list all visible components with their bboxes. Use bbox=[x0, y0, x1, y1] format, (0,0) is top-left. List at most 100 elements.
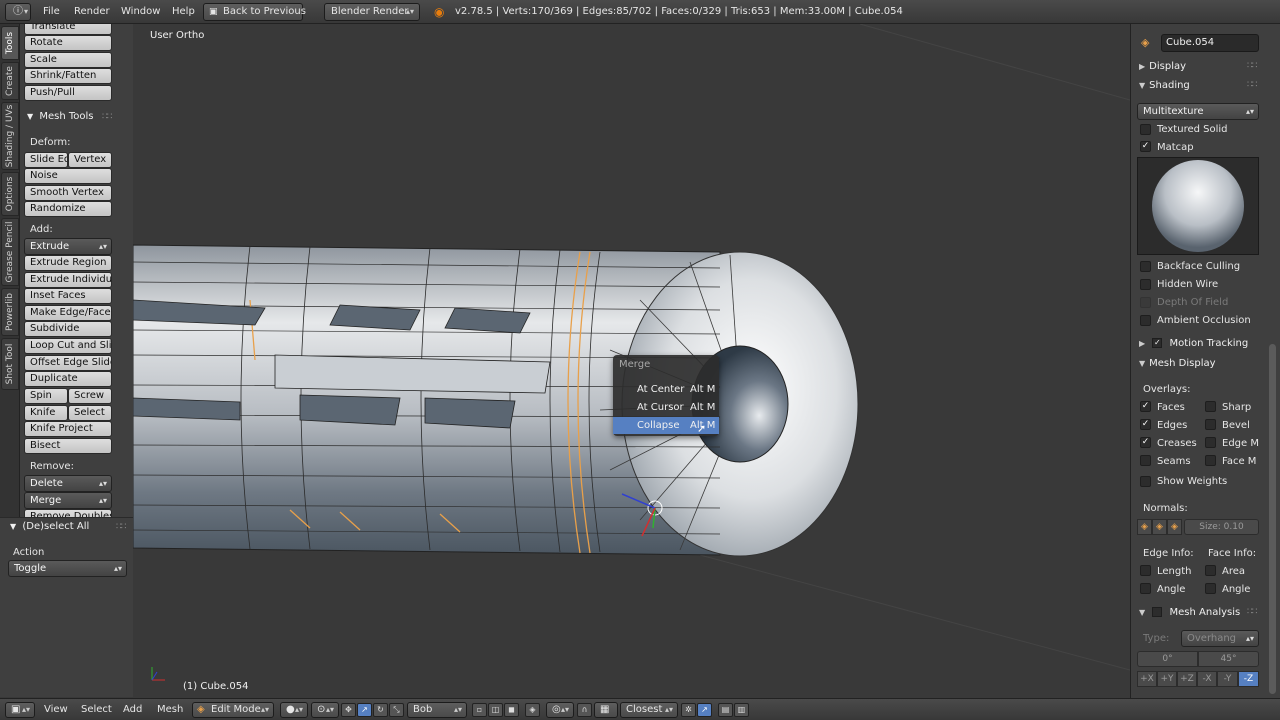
knife-project-button[interactable]: Knife Project bbox=[24, 421, 112, 437]
menu-help[interactable]: Help bbox=[172, 0, 195, 24]
spin-button[interactable]: Spin bbox=[24, 388, 68, 404]
menu-select[interactable]: Select bbox=[81, 699, 112, 720]
deselect-all-panel-header[interactable]: ▼ (De)select All bbox=[10, 521, 89, 532]
translate-manipulator-toggle[interactable]: ↗ bbox=[357, 703, 372, 717]
matcap-preview[interactable] bbox=[1137, 157, 1259, 255]
menu-window[interactable]: Window bbox=[121, 0, 160, 24]
merge-at-cursor-item[interactable]: At Cursor Alt M bbox=[613, 399, 719, 416]
axis-minus-x-button[interactable]: -X bbox=[1197, 671, 1217, 687]
tab-options[interactable]: Options bbox=[1, 172, 19, 216]
face-select-mode[interactable]: ◼ bbox=[504, 703, 519, 717]
pivot-point-dropdown[interactable]: ⊙ ▴▾ bbox=[311, 702, 339, 718]
snap-toggle[interactable]: ∩ bbox=[577, 703, 592, 717]
duplicate-button[interactable]: Duplicate bbox=[24, 371, 112, 387]
tab-shading-uvs[interactable]: Shading / UVs bbox=[1, 102, 19, 170]
transform-orientation-dropdown[interactable]: Bob ▴▾ bbox=[407, 702, 467, 718]
scale-manipulator-toggle[interactable]: ⤡ bbox=[389, 703, 404, 717]
tab-create[interactable]: Create bbox=[1, 62, 19, 100]
object-name-field[interactable]: Cube.054 bbox=[1161, 34, 1259, 52]
mesh-analysis-checkbox[interactable] bbox=[1152, 607, 1163, 617]
interaction-mode-dropdown[interactable]: ◈ Edit Mode ▴▾ bbox=[192, 702, 274, 718]
drag-handle-icon[interactable]: ∷∷ bbox=[116, 522, 127, 532]
manipulator-toggle[interactable]: ✥ bbox=[341, 703, 356, 717]
drag-handle-icon[interactable]: ∷∷ bbox=[1247, 61, 1258, 71]
snap-target-dropdown[interactable]: Closest ▴▾ bbox=[620, 702, 678, 718]
action-dropdown[interactable]: Toggle ▴▾ bbox=[8, 560, 127, 577]
backface-culling-checkbox[interactable] bbox=[1140, 261, 1151, 272]
scale-button[interactable]: Scale bbox=[24, 52, 112, 68]
mesh-display-panel-header[interactable]: ▼ Mesh Display bbox=[1131, 355, 1266, 373]
normals-size-field[interactable]: Size: 0.10 bbox=[1184, 519, 1259, 535]
overlay-edge-marks-checkbox[interactable] bbox=[1205, 437, 1216, 448]
axis-plus-y-button[interactable]: +Y bbox=[1157, 671, 1177, 687]
menu-add[interactable]: Add bbox=[123, 699, 142, 720]
overhang-max-field[interactable]: 45° bbox=[1198, 651, 1259, 667]
drag-handle-icon[interactable]: ∷∷ bbox=[1247, 80, 1258, 90]
mesh-tools-panel-header[interactable]: ▼ Mesh Tools bbox=[27, 111, 93, 122]
tab-grease-pencil[interactable]: Grease Pencil bbox=[1, 218, 19, 286]
axis-plus-z-button[interactable]: +Z bbox=[1177, 671, 1197, 687]
push-pull-button[interactable]: Push/Pull bbox=[24, 85, 112, 101]
overlay-creases-checkbox[interactable]: ✓ bbox=[1140, 437, 1151, 448]
motion-tracking-panel-header[interactable]: ▶ ✓ Motion Tracking bbox=[1131, 335, 1266, 353]
snap-element-dropdown[interactable]: ▦ bbox=[594, 702, 618, 718]
snap-align-toggle[interactable]: ✲ bbox=[681, 703, 696, 717]
back-to-previous-button[interactable]: ▣ Back to Previous bbox=[203, 3, 306, 21]
remove-doubles-button[interactable]: Remove Doubles bbox=[24, 509, 112, 517]
edge-length-checkbox[interactable] bbox=[1140, 565, 1151, 576]
rotate-manipulator-toggle[interactable]: ↻ bbox=[373, 703, 388, 717]
shading-panel-header[interactable]: ▼ Shading bbox=[1131, 77, 1266, 95]
delete-dropdown[interactable]: Delete ▴▾ bbox=[24, 475, 112, 492]
face-angle-checkbox[interactable] bbox=[1205, 583, 1216, 594]
occlude-geometry-toggle[interactable]: ◈ bbox=[525, 703, 540, 717]
inset-faces-button[interactable]: Inset Faces bbox=[24, 288, 112, 304]
overlay-face-marks-checkbox[interactable] bbox=[1205, 455, 1216, 466]
merge-at-center-item[interactable]: At Center Alt M bbox=[613, 381, 719, 398]
offset-edge-slide-button[interactable]: Offset Edge Slide bbox=[24, 355, 112, 371]
extrude-individual-button[interactable]: Extrude Individual bbox=[24, 272, 112, 288]
slide-vertex-button[interactable]: Vertex bbox=[68, 152, 112, 168]
overlay-sharp-checkbox[interactable] bbox=[1205, 401, 1216, 412]
editor-type-info-button[interactable]: ⓘ ▾ bbox=[5, 3, 31, 21]
snap-project-toggle[interactable]: ↗ bbox=[697, 703, 712, 717]
merge-dropdown[interactable]: Merge ▴▾ bbox=[24, 492, 112, 509]
menu-file[interactable]: File bbox=[43, 0, 60, 24]
axis-minus-y-button[interactable]: -Y bbox=[1217, 671, 1238, 687]
depth-of-field-checkbox[interactable] bbox=[1140, 297, 1151, 308]
loop-cut-slide-button[interactable]: Loop Cut and Slide bbox=[24, 338, 112, 354]
hidden-wire-checkbox[interactable] bbox=[1140, 279, 1151, 290]
knife-button[interactable]: Knife bbox=[24, 405, 68, 421]
render-engine-select[interactable]: Blender Render ▴▾ bbox=[324, 3, 420, 21]
smooth-vertex-button[interactable]: Smooth Vertex bbox=[24, 185, 112, 201]
overlay-faces-checkbox[interactable]: ✓ bbox=[1140, 401, 1151, 412]
properties-scrollbar[interactable] bbox=[1269, 344, 1276, 694]
knife-select-button[interactable]: Select bbox=[68, 405, 112, 421]
matcap-checkbox[interactable]: ✓ bbox=[1140, 141, 1151, 152]
edge-angle-checkbox[interactable] bbox=[1140, 583, 1151, 594]
analysis-type-dropdown[interactable]: Overhang ▴▾ bbox=[1181, 630, 1259, 647]
vertex-select-mode[interactable]: ▫ bbox=[472, 703, 487, 717]
noise-button[interactable]: Noise bbox=[24, 168, 112, 184]
screw-button[interactable]: Screw bbox=[68, 388, 112, 404]
proportional-editing-dropdown[interactable]: ◎ ▴▾ bbox=[546, 702, 574, 718]
opengl-render-button[interactable]: ▤ bbox=[718, 703, 733, 717]
ambient-occlusion-checkbox[interactable] bbox=[1140, 315, 1151, 326]
face-normals-toggle[interactable]: ◈ bbox=[1167, 519, 1182, 535]
loop-normals-toggle[interactable]: ◈ bbox=[1152, 519, 1167, 535]
axis-minus-z-button[interactable]: -Z bbox=[1238, 671, 1259, 687]
overlay-seams-checkbox[interactable] bbox=[1140, 455, 1151, 466]
mesh-analysis-panel-header[interactable]: ▼ Mesh Analysis bbox=[1131, 604, 1266, 622]
drag-handle-icon[interactable]: ∷∷ bbox=[102, 112, 113, 122]
menu-render[interactable]: Render bbox=[74, 0, 110, 24]
drag-handle-icon[interactable]: ∷∷ bbox=[1247, 607, 1258, 617]
slide-edge-button[interactable]: Slide Ed bbox=[24, 152, 68, 168]
bisect-button[interactable]: Bisect bbox=[24, 438, 112, 454]
randomize-button[interactable]: Randomize bbox=[24, 201, 112, 217]
rotate-button[interactable]: Rotate bbox=[24, 35, 112, 51]
tab-powerlib[interactable]: Powerlib bbox=[1, 288, 19, 336]
subdivide-button[interactable]: Subdivide bbox=[24, 321, 112, 337]
shading-mode-dropdown[interactable]: Multitexture ▴▾ bbox=[1137, 103, 1259, 120]
menu-view[interactable]: View bbox=[44, 699, 68, 720]
overlay-edges-checkbox[interactable]: ✓ bbox=[1140, 419, 1151, 430]
face-area-checkbox[interactable] bbox=[1205, 565, 1216, 576]
